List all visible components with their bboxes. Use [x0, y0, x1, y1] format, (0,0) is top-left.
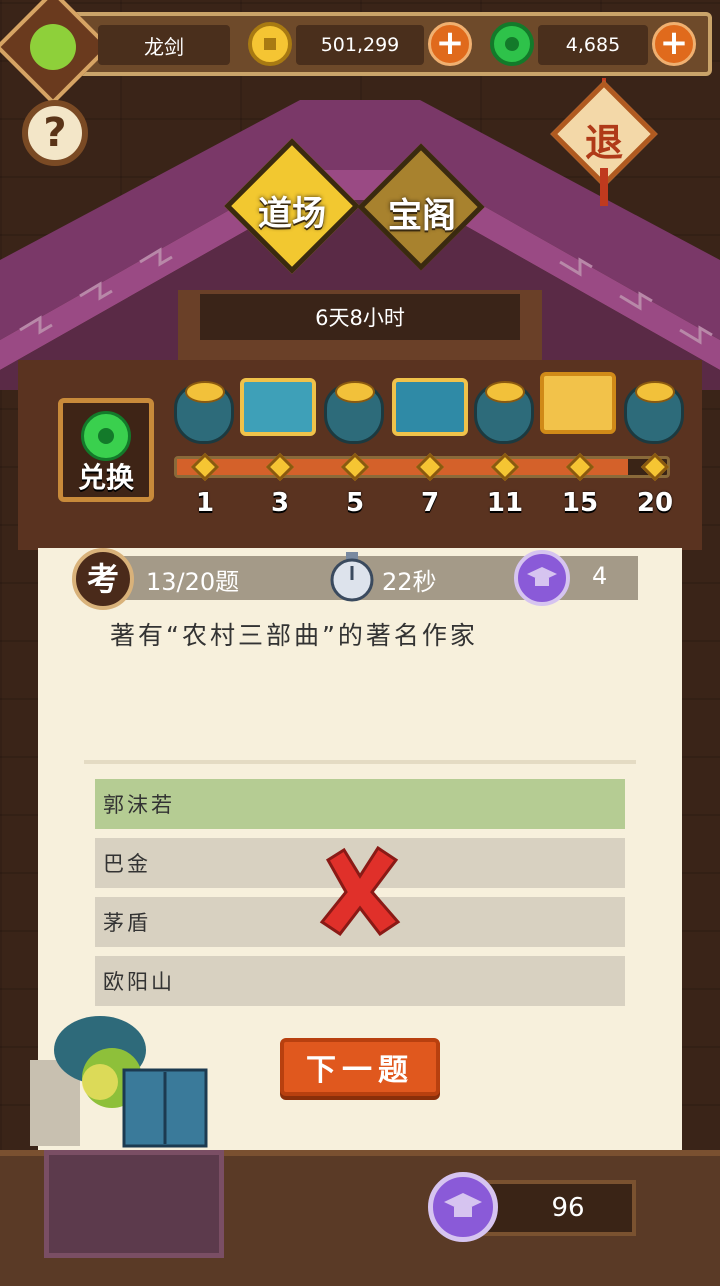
frog-avatar-icon: [30, 24, 76, 70]
milestone-label: 20: [636, 488, 674, 518]
answer-option-4[interactable]: 欧阳山: [95, 956, 625, 1006]
next-question-button[interactable]: 下一题: [280, 1038, 440, 1096]
event-timer: 6天8小时: [200, 294, 520, 340]
add-jade-button[interactable]: +: [652, 22, 696, 66]
milestone-label: 1: [195, 488, 215, 518]
tab-dojo-label: 道场: [258, 194, 326, 234]
jade-count: 4,685: [538, 25, 648, 65]
milestone-label: 7: [420, 488, 440, 518]
answer-option-1[interactable]: 郭沫若: [95, 779, 625, 829]
coin-bag-icon[interactable]: [324, 381, 384, 444]
question-text: 著有“农村三部曲”的著名作家: [110, 621, 478, 650]
stopwatch-icon: [328, 550, 376, 604]
question-progress: 13/20题: [146, 568, 240, 596]
exit-tassel: [600, 168, 608, 206]
coin-bag-icon[interactable]: [474, 381, 534, 444]
player-name: 龙剑: [98, 25, 230, 65]
exam-badge: 考: [72, 548, 134, 610]
round-score: 4: [592, 562, 608, 590]
milestone-label: 5: [345, 488, 365, 518]
question-divider: [84, 760, 636, 764]
wrong-answer-icon: [319, 846, 401, 936]
gold-chest-icon[interactable]: [540, 372, 616, 434]
gold-coin-icon: [248, 22, 292, 66]
milestone-label: 15: [561, 488, 599, 518]
scholar-frog-mascot: [30, 1000, 210, 1150]
tab-treasure-label: 宝阁: [388, 196, 456, 236]
milestone-label: 11: [486, 488, 524, 518]
book-icon: [44, 1150, 224, 1258]
jade-icon: [490, 22, 534, 66]
jade-exchange-icon: [81, 411, 131, 461]
milestone-label: 3: [270, 488, 290, 518]
graduation-cap-coin-icon: [428, 1172, 498, 1242]
coin-bag-icon[interactable]: [174, 381, 234, 444]
gem-chest-icon[interactable]: [240, 378, 316, 436]
exchange-label: 兑换: [77, 461, 134, 494]
exit-label: 退: [584, 121, 623, 165]
reward-progress-fill: [177, 459, 628, 475]
treasure-chest-icon[interactable]: [392, 378, 468, 436]
coin-bag-icon[interactable]: [624, 381, 684, 444]
time-remaining: 22秒: [382, 568, 437, 596]
coin-count: 501,299: [296, 25, 424, 65]
add-coins-button[interactable]: +: [428, 22, 472, 66]
graduation-cap-icon: [514, 550, 570, 606]
